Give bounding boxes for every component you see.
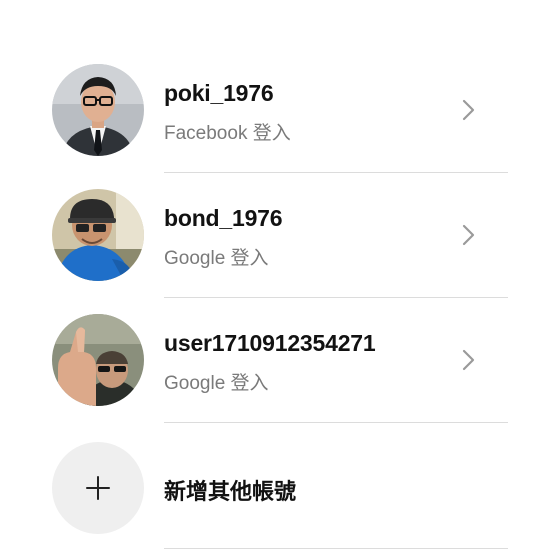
add-account-circle [52,442,144,534]
divider [164,422,508,423]
account-username: user1710912354271 [164,330,376,356]
avatar [52,64,144,156]
divider [164,548,508,549]
account-username: bond_1976 [164,205,283,231]
account-list: poki_1976 Facebook 登入 bond_1976 Google 登… [0,0,560,560]
account-login-method: Facebook 登入 [164,123,291,144]
avatar [52,189,144,281]
chevron-right-icon [462,349,475,371]
account-row-user1710912354271[interactable]: user1710912354271 Google 登入 [0,298,560,423]
account-login-method: Google 登入 [164,373,269,394]
account-row-bond[interactable]: bond_1976 Google 登入 [0,173,560,298]
add-account-label: 新增其他帳號 [164,479,297,504]
account-row-poki[interactable]: poki_1976 Facebook 登入 [0,48,560,173]
chevron-right-icon [462,99,475,121]
account-username: poki_1976 [164,80,274,106]
add-account-button[interactable]: 新增其他帳號 [0,424,560,549]
avatar [52,314,144,406]
account-login-method: Google 登入 [164,248,269,269]
chevron-right-icon [462,224,475,246]
plus-icon [86,476,110,500]
